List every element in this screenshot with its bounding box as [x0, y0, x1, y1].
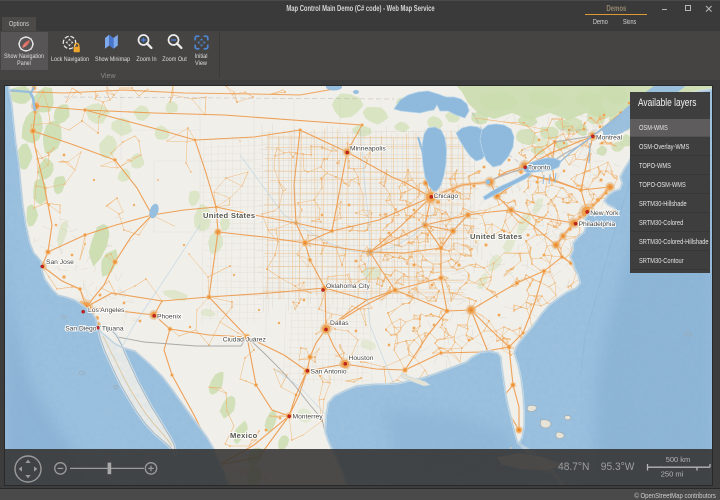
svg-text:Philadelphia: Philadelphia [579, 221, 616, 228]
svg-text:Mexico: Mexico [230, 431, 258, 440]
svg-text:San Jose: San Jose [46, 259, 74, 266]
svg-text:Oklahoma City: Oklahoma City [326, 283, 371, 290]
svg-text:Monterrey: Monterrey [293, 414, 324, 421]
svg-text:United States: United States [470, 232, 522, 241]
svg-text:Chicago: Chicago [434, 193, 459, 200]
svg-text:New York: New York [590, 210, 619, 217]
svg-text:Ciudad Juárez: Ciudad Juárez [223, 337, 267, 344]
svg-text:San Antonio: San Antonio [311, 369, 347, 376]
svg-text:250 mi: 250 mi [661, 470, 684, 478]
svg-text:Los Angeles: Los Angeles [88, 307, 125, 314]
svg-text:United States: United States [203, 211, 255, 220]
svg-text:Phoenix: Phoenix [157, 314, 182, 321]
svg-text:Toronto: Toronto [528, 165, 551, 172]
svg-text:Dallas: Dallas [330, 320, 349, 327]
svg-text:San Diego: San Diego [65, 326, 97, 333]
svg-text:Houston: Houston [349, 355, 374, 362]
svg-text:Montreal: Montreal [596, 135, 623, 142]
svg-text:500 km: 500 km [666, 455, 691, 464]
svg-text:Minneapolis: Minneapolis [350, 146, 386, 153]
svg-text:Tijuana: Tijuana [102, 326, 124, 333]
